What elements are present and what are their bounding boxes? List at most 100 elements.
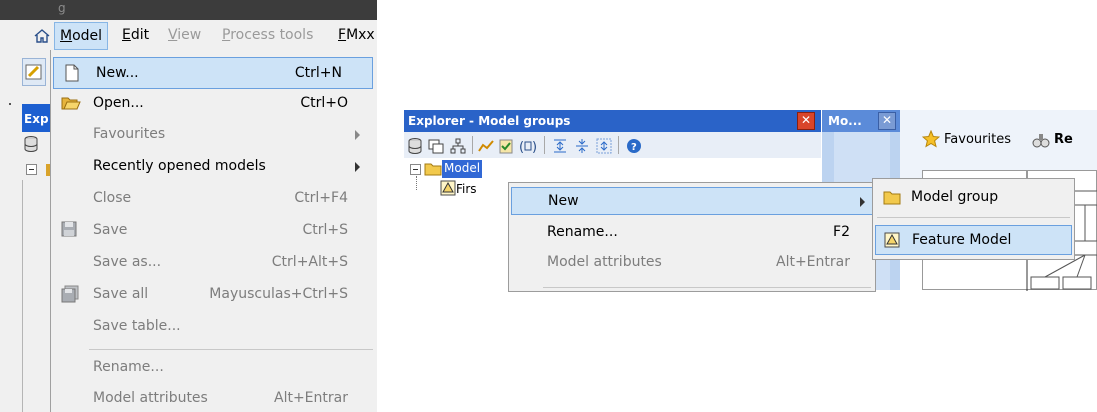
checklist-icon[interactable] xyxy=(498,138,514,158)
explorer-titlebar: Explorer - Model groups ✕ xyxy=(404,110,821,132)
model-menu-dropdown: New... Ctrl+N Open... Ctrl+O Favourites … xyxy=(50,50,377,412)
menu-item-label: Save xyxy=(93,222,128,238)
menu-item-label: Model group xyxy=(911,189,999,205)
menu-item-recently-opened[interactable]: Recently opened models xyxy=(51,151,377,183)
menu-fmxx[interactable]: FMxx xyxy=(338,27,375,43)
menu-item-label: Open... xyxy=(93,95,144,111)
tree-context-menu: New Rename... F2 Model attributes Alt+En… xyxy=(508,182,876,292)
explorer-toolbar: () ? xyxy=(404,132,821,158)
toolbar-separator xyxy=(472,136,473,154)
tree-node-first-model[interactable]: Firs xyxy=(456,182,477,196)
divider-dot xyxy=(9,103,11,105)
edit-tool-icon[interactable] xyxy=(22,58,46,86)
menu-item-label: Close xyxy=(93,190,132,206)
save-icon xyxy=(61,221,77,241)
menu-separator xyxy=(877,217,1070,218)
menu-item-shortcut: Alt+Entrar xyxy=(776,254,850,270)
re-label: Re xyxy=(1054,132,1073,147)
menu-item-save[interactable]: Save Ctrl+S xyxy=(51,215,377,247)
model-panel-title: Mo... xyxy=(828,114,862,128)
feature-model-icon xyxy=(884,232,900,252)
parenthesis-icon[interactable]: () xyxy=(518,138,540,158)
right-application-window: Explorer - Model groups ✕ Mo... ✕ Favour… xyxy=(404,110,1097,292)
menu-item-label: Feature Model xyxy=(912,232,1012,248)
context-item-model-attributes[interactable]: Model attributes Alt+Entrar xyxy=(511,249,874,277)
model-panel-titlebar: Mo... ✕ xyxy=(822,110,900,132)
new-submenu: Model group Feature Model xyxy=(872,178,1075,260)
home-icon[interactable] xyxy=(34,28,50,48)
new-document-icon xyxy=(64,64,80,86)
tree-collapse-toggle[interactable] xyxy=(410,164,421,175)
menu-item-label: Rename... xyxy=(547,224,618,240)
menu-separator xyxy=(89,349,373,350)
menu-item-label: Rename... xyxy=(93,359,164,375)
hierarchy-icon[interactable] xyxy=(450,138,466,158)
menubar: Model Edit View Process tools FMxx xyxy=(0,20,377,50)
window-titlebar: g xyxy=(0,0,377,20)
menu-item-close[interactable]: Close Ctrl+F4 xyxy=(51,183,377,215)
menu-item-save-all[interactable]: Save all Mayusculas+Ctrl+S xyxy=(51,279,377,311)
menu-item-save-table[interactable]: Save table... xyxy=(51,311,377,343)
menu-item-shortcut: Ctrl+S xyxy=(302,222,348,238)
menu-item-label: New xyxy=(548,193,579,209)
submenu-arrow-icon xyxy=(355,162,360,172)
windows-icon[interactable] xyxy=(428,138,444,158)
left-application-window: g Model Edit View Process tools FMxx Exp… xyxy=(0,0,377,412)
submenu-item-feature-model[interactable]: Feature Model xyxy=(875,225,1072,255)
toolbar-separator xyxy=(618,136,619,154)
svg-text:(: ( xyxy=(519,140,524,154)
chart-line-icon[interactable] xyxy=(478,138,494,158)
submenu-item-model-group[interactable]: Model group xyxy=(875,183,1072,213)
tree-collapse-toggle[interactable] xyxy=(26,164,37,175)
expand-all-icon[interactable] xyxy=(552,138,568,158)
menu-item-favourites[interactable]: Favourites xyxy=(51,119,377,151)
menu-item-shortcut: Alt+Entrar xyxy=(274,390,348,406)
menu-item-shortcut: Ctrl+N xyxy=(294,65,342,81)
tree-guide-line xyxy=(416,176,417,190)
star-icon xyxy=(921,129,941,152)
menu-model[interactable]: Model xyxy=(54,22,109,50)
save-all-icon xyxy=(61,285,79,307)
menu-item-label: Recently opened models xyxy=(93,158,266,174)
close-icon[interactable]: ✕ xyxy=(797,112,815,130)
feature-model-icon xyxy=(440,180,456,200)
svg-text:): ) xyxy=(532,140,537,154)
submenu-arrow-icon xyxy=(860,197,865,207)
toolbar-separator xyxy=(544,136,545,154)
folder-icon xyxy=(424,162,442,180)
menu-process-tools[interactable]: Process tools xyxy=(222,27,313,43)
binoculars-icon xyxy=(1032,131,1050,153)
help-icon[interactable]: ? xyxy=(626,138,642,158)
menu-item-save-as[interactable]: Save as... Ctrl+Alt+S xyxy=(51,247,377,279)
menu-item-rename[interactable]: Rename... xyxy=(51,352,377,384)
favourites-label: Favourites xyxy=(944,132,1011,147)
menu-view[interactable]: View xyxy=(168,27,201,43)
menu-item-label: Save as... xyxy=(93,254,162,270)
context-item-rename[interactable]: Rename... F2 xyxy=(511,219,874,247)
menu-item-label: Favourites xyxy=(93,126,166,142)
database-icon[interactable] xyxy=(408,138,422,158)
explorer-title: Explorer - Model groups xyxy=(408,114,571,128)
expand-selected-icon[interactable] xyxy=(596,138,612,158)
menu-item-shortcut: Mayusculas+Ctrl+S xyxy=(209,286,348,302)
menu-item-model-attributes[interactable]: Model attributes Alt+Entrar xyxy=(51,383,377,412)
menu-item-shortcut: F2 xyxy=(833,224,850,240)
menu-item-new[interactable]: New... Ctrl+N xyxy=(53,57,373,89)
menu-item-label: Model attributes xyxy=(93,390,208,406)
database-icon[interactable] xyxy=(24,136,38,156)
svg-text:?: ? xyxy=(631,142,637,153)
menu-item-label: New... xyxy=(96,65,139,81)
context-item-new[interactable]: New xyxy=(511,187,874,215)
menu-item-label: Save table... xyxy=(93,318,181,334)
open-folder-icon xyxy=(61,94,81,116)
menu-item-label: Model attributes xyxy=(547,254,662,270)
menu-edit[interactable]: Edit xyxy=(122,27,149,43)
tree-node-model-root[interactable]: Model xyxy=(442,160,483,178)
collapse-all-icon[interactable] xyxy=(574,138,590,158)
folder-icon xyxy=(883,189,901,209)
explorer-tab-stub[interactable]: Exp xyxy=(22,104,50,132)
menu-item-open[interactable]: Open... Ctrl+O xyxy=(51,88,377,120)
tree-guide-line xyxy=(22,180,23,412)
close-icon[interactable]: ✕ xyxy=(878,112,896,130)
menu-item-shortcut: Ctrl+Alt+S xyxy=(271,254,348,270)
